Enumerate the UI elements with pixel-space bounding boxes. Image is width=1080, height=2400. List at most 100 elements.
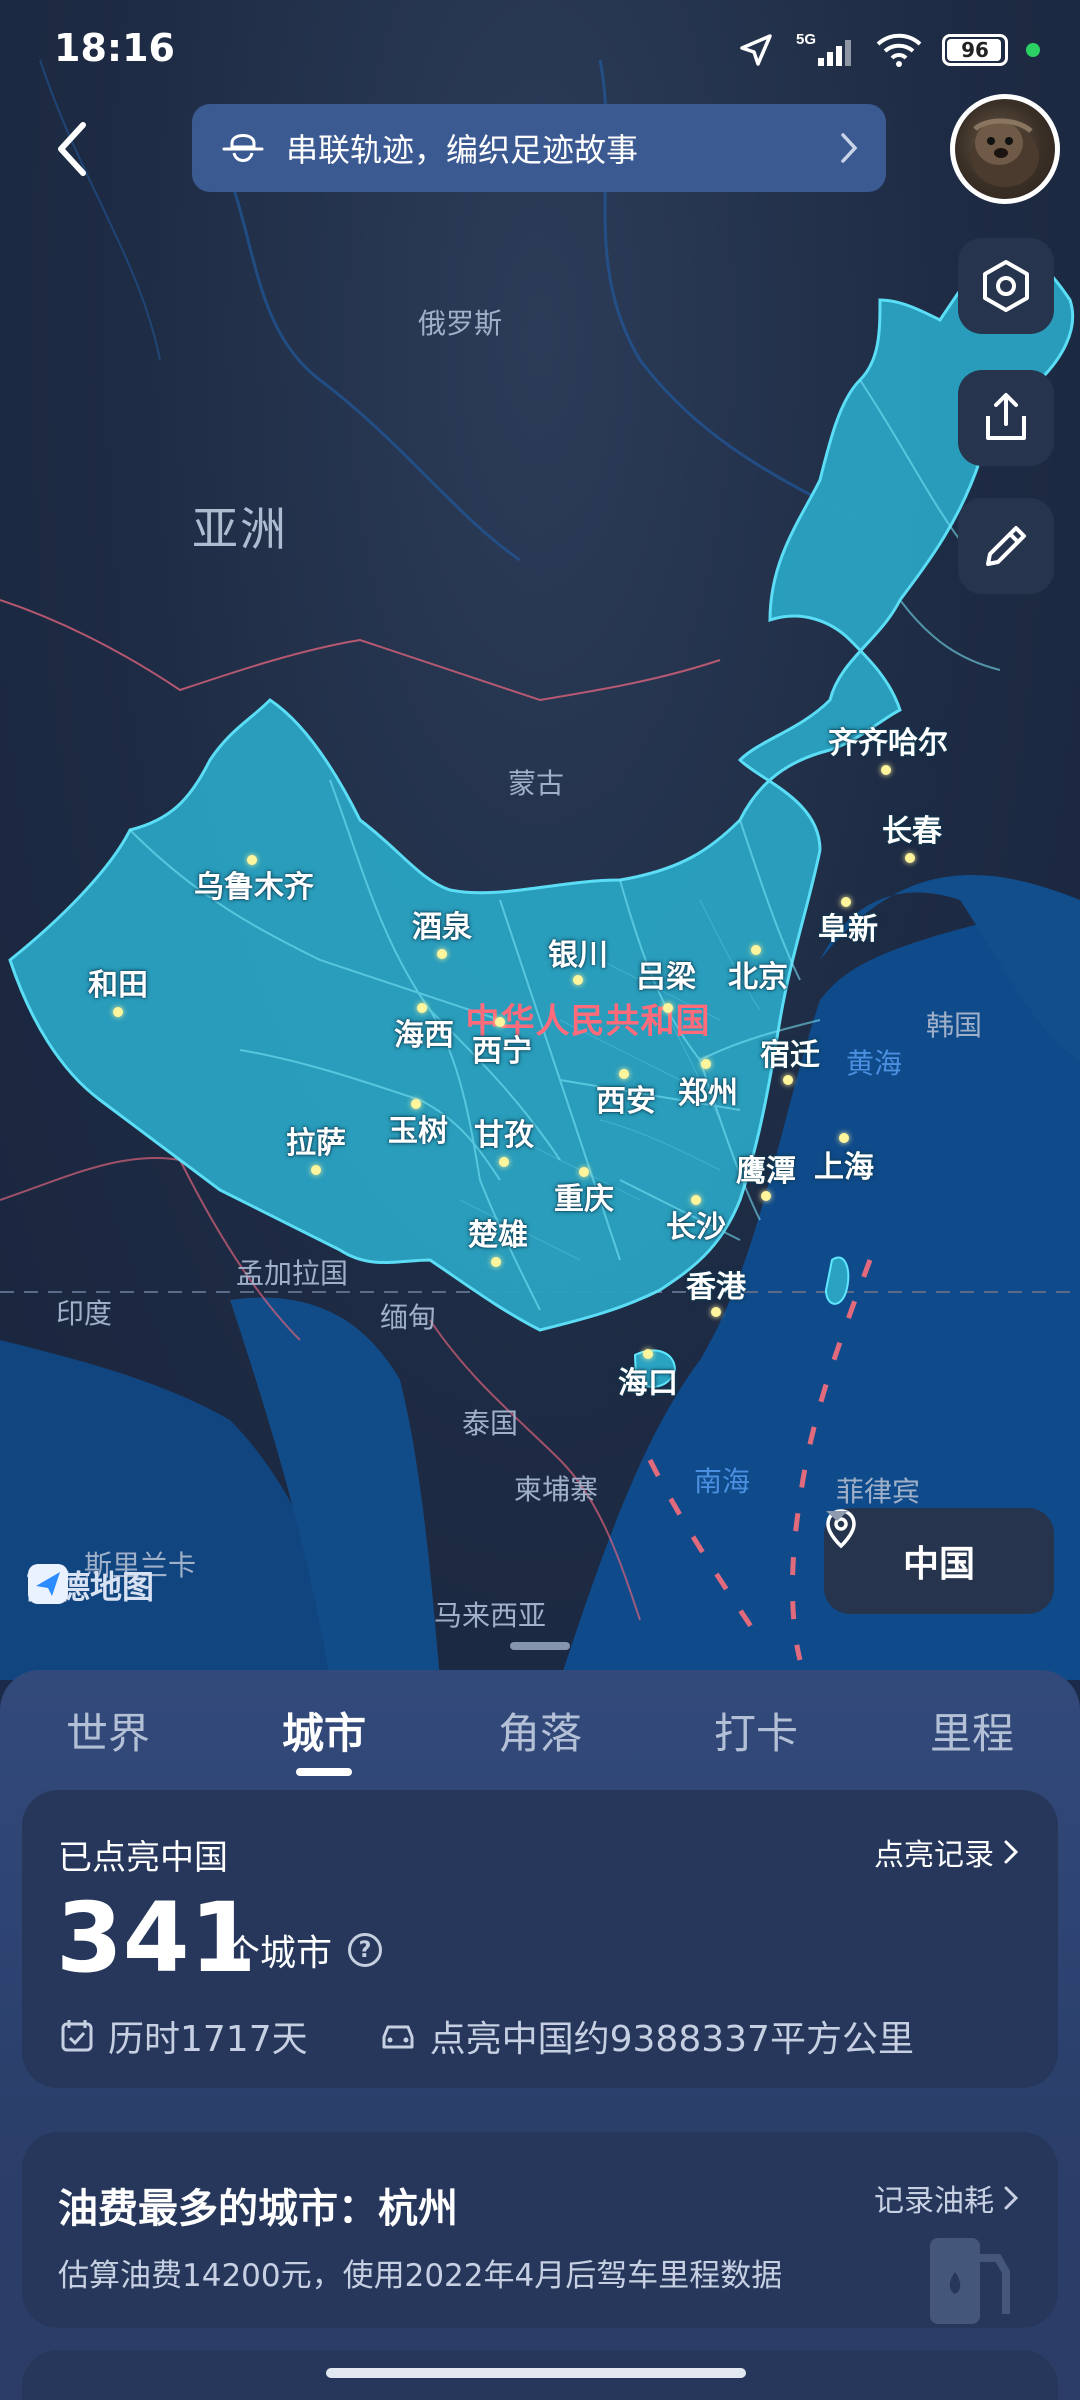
city-name: 和田 — [88, 968, 148, 1003]
tab-bar: 世界 城市 角落 打卡 里程 — [0, 1700, 1080, 1780]
lit-area-text: 点亮中国约9388337平方公里 — [429, 2019, 914, 2060]
battery-icon: 96 — [942, 34, 1008, 66]
city-label-urumqi: 乌鲁木齐 — [194, 862, 314, 906]
lit-city-unit-row: 个城市 ? — [224, 1924, 383, 1976]
city-name: 西安 — [596, 1084, 656, 1119]
fuel-card[interactable]: 油费最多的城市：杭州 记录油耗 估算油费14200元，使用2022年4月后驾车里… — [22, 2132, 1058, 2328]
city-dot-lhasa — [311, 1165, 321, 1175]
city-label-beijing: 北京 — [728, 952, 788, 996]
map-label-philippines: 菲律宾 — [835, 1475, 921, 1508]
city-label-ganzi: 甘孜 — [474, 1110, 534, 1154]
city-name: 上海 — [814, 1150, 874, 1185]
edit-button[interactable] — [958, 498, 1054, 594]
city-label-hotan: 和田 — [88, 960, 148, 1004]
map-label-russia: 俄罗斯 — [417, 307, 503, 340]
city-label-jiuquan: 酒泉 — [412, 902, 472, 946]
map-label-asia: 亚洲 — [192, 502, 288, 556]
city-dot-suqian — [783, 1075, 793, 1085]
lit-card-title: 已点亮中国 — [58, 1838, 228, 1878]
city-label-haixi: 海西 — [394, 1010, 454, 1054]
map-view[interactable]: 俄罗斯 亚洲 蒙古 中华人民共和国 韩国 黄海 孟加拉国 印度 缅甸 泰国 柬埔… — [0, 0, 1080, 1680]
map-label-mongolia: 蒙古 — [507, 767, 565, 800]
share-icon — [986, 393, 1026, 440]
location-arrow-icon — [740, 34, 772, 66]
city-name: 楚雄 — [468, 1218, 528, 1253]
chevron-left-icon — [58, 122, 86, 176]
city-name: 北京 — [728, 960, 788, 995]
lit-cities-card: 已点亮中国 点亮记录 341 个城市 ? 历时1717天 点亮中国约938833… — [22, 1790, 1058, 2088]
avatar-image — [971, 118, 1039, 187]
share-button[interactable] — [958, 370, 1054, 466]
chevron-right-icon — [1004, 1840, 1019, 1864]
map-label-india: 印度 — [55, 1297, 113, 1330]
city-label-yingtan: 鹰潭 — [736, 1146, 796, 1190]
tab-world[interactable]: 世界 — [66, 1700, 150, 1761]
calendar-check-icon — [61, 2020, 93, 2052]
city-label-yinchuan: 银川 — [548, 930, 608, 974]
city-label-chongqing: 重庆 — [554, 1174, 614, 1218]
city-label-chuxiong: 楚雄 — [468, 1210, 528, 1254]
city-name: 阜新 — [818, 912, 878, 947]
city-dot-ganzi — [499, 1157, 509, 1167]
city-name: 鹰潭 — [736, 1154, 796, 1189]
tab-mileage[interactable]: 里程 — [930, 1700, 1014, 1761]
tab-corner[interactable]: 角落 — [498, 1700, 582, 1761]
story-banner[interactable]: 串联轨迹，编织足迹故事 — [192, 104, 886, 192]
city-name: 海西 — [394, 1018, 454, 1053]
city-name: 西宁 — [472, 1034, 532, 1069]
city-name: 玉树 — [388, 1114, 448, 1149]
pencil-icon — [986, 526, 1026, 566]
region-selector-label: 中国 — [902, 1544, 975, 1585]
map-label-yellow-sea: 黄海 — [845, 1047, 903, 1080]
city-label-changsha: 长沙 — [666, 1202, 726, 1246]
amap-logo: 高德地图 — [26, 1562, 154, 1608]
avatar[interactable] — [950, 94, 1060, 204]
status-bar: 18:16 5G 96 — [0, 0, 1080, 100]
fuel-card-subtitle: 估算油费14200元，使用2022年4月后驾车里程数据 — [58, 2258, 783, 2294]
city-name: 甘孜 — [474, 1118, 534, 1153]
city-name: 香港 — [686, 1270, 746, 1305]
cellular-signal-icon: 5G — [796, 31, 851, 66]
lit-days-text: 历时1717天 — [108, 2019, 308, 2060]
city-dot-lvliang — [663, 1003, 673, 1013]
sheet-drag-handle[interactable] — [510, 1642, 570, 1650]
city-name: 长沙 — [666, 1210, 726, 1245]
network-type: 5G — [796, 31, 816, 48]
tab-checkin[interactable]: 打卡 — [714, 1700, 798, 1761]
caret-down-icon — [826, 1511, 848, 1521]
city-dot-chuxiong — [491, 1257, 501, 1267]
city-label-suqian: 宿迁 — [760, 1030, 820, 1074]
city-label-lhasa: 拉萨 — [286, 1118, 346, 1162]
wifi-icon — [876, 33, 922, 67]
city-name: 郑州 — [678, 1076, 738, 1111]
region-selector-button[interactable]: 中国 — [824, 1508, 1054, 1614]
lit-stats-row: 历时1717天 点亮中国约9388337平方公里 — [58, 2010, 914, 2062]
city-dot-qiqihar — [881, 765, 891, 775]
fuel-record-link[interactable]: 记录油耗 — [874, 2176, 1020, 2220]
home-indicator[interactable] — [326, 2368, 746, 2378]
lit-record-link[interactable]: 点亮记录 — [874, 1830, 1020, 1874]
settings-hexagon-icon — [983, 260, 1029, 312]
map-label-myanmar: 缅甸 — [379, 1301, 437, 1334]
fuel-card-title: 油费最多的城市：杭州 — [58, 2186, 458, 2232]
city-label-xian: 西安 — [596, 1076, 656, 1120]
city-dot-yinchuan — [573, 975, 583, 985]
back-button[interactable] — [28, 104, 118, 194]
fuel-pump-icon — [930, 2238, 1010, 2324]
lit-city-unit: 个城市 — [224, 1933, 333, 1974]
city-name: 海口 — [618, 1366, 678, 1401]
city-name: 拉萨 — [286, 1126, 346, 1161]
tab-city[interactable]: 城市 — [282, 1700, 366, 1761]
settings-button[interactable] — [958, 238, 1054, 334]
city-name: 吕梁 — [636, 960, 696, 995]
fuel-record-label: 记录油耗 — [874, 2184, 994, 2219]
city-dot-hongkong — [711, 1307, 721, 1317]
city-name: 酒泉 — [412, 910, 472, 945]
help-icon[interactable]: ? — [348, 1933, 383, 1967]
lit-record-label: 点亮记录 — [874, 1838, 994, 1873]
city-label-shanghai: 上海 — [814, 1142, 874, 1186]
map-label-malaysia: 马来西亚 — [433, 1599, 547, 1632]
city-label-hongkong: 香港 — [686, 1262, 746, 1306]
privacy-indicator-dot — [1026, 43, 1040, 57]
traveler-hat-icon — [222, 134, 264, 162]
